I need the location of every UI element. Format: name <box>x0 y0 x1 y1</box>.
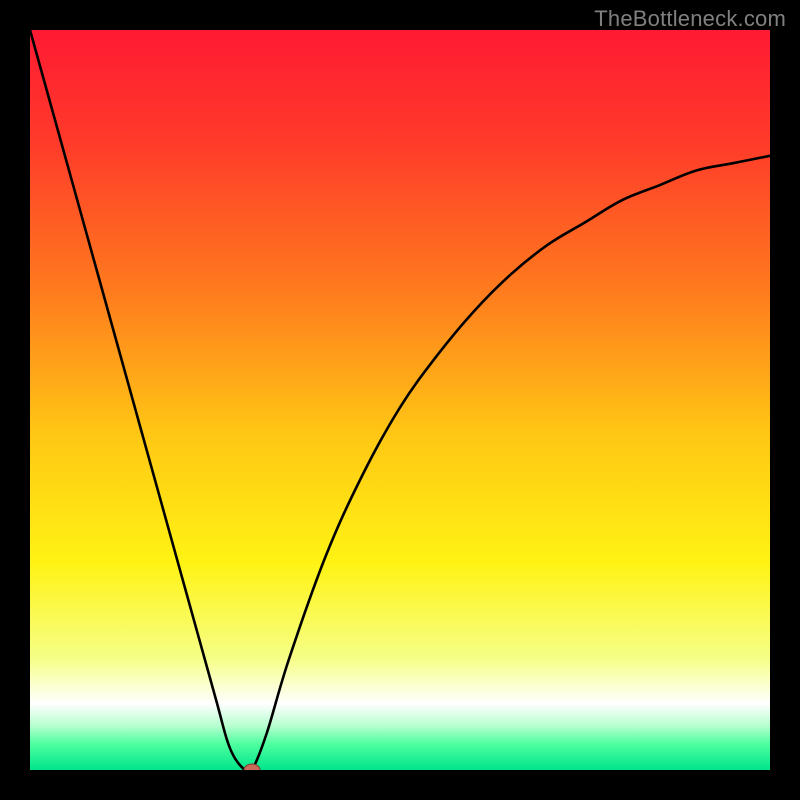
outer-frame: TheBottleneck.com <box>0 0 800 800</box>
gradient-background <box>30 30 770 770</box>
chart-plot-area <box>30 30 770 770</box>
attribution-text: TheBottleneck.com <box>594 6 786 32</box>
bottleneck-chart <box>30 30 770 770</box>
